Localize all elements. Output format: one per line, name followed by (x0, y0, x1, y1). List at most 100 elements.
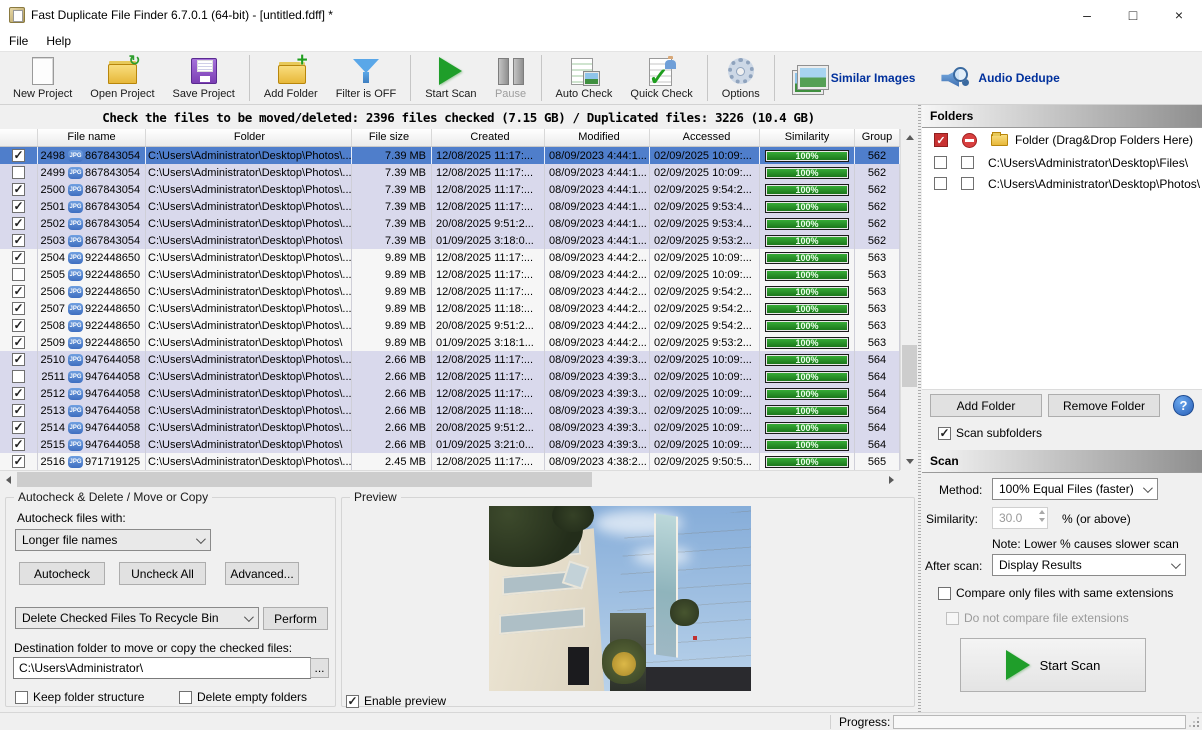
remove-folder-button[interactable]: Remove Folder (1048, 394, 1160, 417)
row-checkbox[interactable] (12, 336, 25, 349)
row-checkbox[interactable] (12, 183, 25, 196)
minimize-button[interactable]: – (1064, 0, 1110, 30)
row-checkbox[interactable] (12, 455, 25, 468)
include-folder-checkbox[interactable] (934, 177, 947, 190)
column-header-folder[interactable]: Folder (146, 129, 352, 146)
scroll-up-button[interactable] (901, 129, 918, 146)
autocheck-with-dropdown[interactable]: Longer file names (15, 529, 211, 551)
column-header-modified[interactable]: Modified (545, 129, 650, 146)
column-header-group[interactable]: Group (855, 129, 900, 146)
vertical-scroll-thumb[interactable] (902, 345, 917, 387)
scroll-right-button[interactable] (883, 471, 900, 488)
keep-folder-structure-checkbox[interactable] (15, 691, 28, 704)
action-dropdown[interactable]: Delete Checked Files To Recycle Bin (15, 607, 259, 629)
column-header-similarity[interactable]: Similarity (760, 129, 855, 146)
auto-check-button[interactable]: Auto Check (547, 53, 622, 103)
table-row[interactable]: 2498JPG867843054C:\Users\Administrator\D… (0, 147, 900, 164)
row-checkbox[interactable] (12, 319, 25, 332)
save-project-button[interactable]: Save Project (164, 53, 244, 103)
column-header-checkbox[interactable] (0, 129, 38, 146)
table-row[interactable]: 2503JPG867843054C:\Users\Administrator\D… (0, 232, 900, 249)
row-checkbox[interactable] (12, 370, 25, 383)
exclude-folder-checkbox[interactable] (961, 156, 974, 169)
enable-preview-checkbox[interactable] (346, 695, 359, 708)
table-row[interactable]: 2514JPG947644058C:\Users\Administrator\D… (0, 419, 900, 436)
browse-button[interactable]: ... (310, 658, 329, 678)
scan-subfolders-checkbox[interactable] (938, 427, 951, 440)
destination-input[interactable] (13, 657, 311, 679)
compare-same-ext-checkbox[interactable] (938, 587, 951, 600)
table-row[interactable]: 2501JPG867843054C:\Users\Administrator\D… (0, 198, 900, 215)
check-all-folders-checkbox[interactable] (934, 133, 948, 147)
start-scan-button[interactable]: Start Scan (416, 53, 485, 103)
column-header-file-size[interactable]: File size (352, 129, 432, 146)
row-checkbox[interactable] (12, 251, 25, 264)
row-checkbox[interactable] (12, 421, 25, 434)
table-row[interactable]: 2509JPG922448650C:\Users\Administrator\D… (0, 334, 900, 351)
table-row[interactable]: 2507JPG922448650C:\Users\Administrator\D… (0, 300, 900, 317)
row-checkbox[interactable] (12, 234, 25, 247)
delete-empty-folders-checkbox[interactable] (179, 691, 192, 704)
row-checkbox[interactable] (12, 285, 25, 298)
row-checkbox[interactable] (12, 217, 25, 230)
maximize-button[interactable]: □ (1110, 0, 1156, 30)
start-scan-main-button[interactable]: Start Scan (960, 638, 1146, 692)
resize-grip-icon[interactable] (1189, 717, 1199, 727)
similarity-spinner[interactable]: 30.0 (992, 507, 1048, 529)
table-row[interactable]: 2516JPG971719125C:\Users\Administrator\D… (0, 453, 900, 470)
row-checkbox[interactable] (12, 387, 25, 400)
method-dropdown[interactable]: 100% Equal Files (faster) (992, 478, 1158, 500)
perform-button[interactable]: Perform (263, 607, 328, 630)
quick-check-button[interactable]: Quick Check (621, 53, 701, 103)
audio-dedupe-button[interactable]: Audio Dedupe (927, 53, 1071, 103)
row-checkbox[interactable] (12, 302, 25, 315)
filter-is-off-button[interactable]: Filter is OFF (327, 53, 406, 103)
help-button[interactable]: ? (1173, 395, 1194, 416)
row-checkbox[interactable] (12, 353, 25, 366)
include-folder-checkbox[interactable] (934, 156, 947, 169)
close-button[interactable]: × (1156, 0, 1202, 30)
table-row[interactable]: 2505JPG922448650C:\Users\Administrator\D… (0, 266, 900, 283)
table-row[interactable]: 2504JPG922448650C:\Users\Administrator\D… (0, 249, 900, 266)
scroll-left-button[interactable] (0, 471, 17, 488)
table-row[interactable]: 2512JPG947644058C:\Users\Administrator\D… (0, 385, 900, 402)
after-scan-dropdown[interactable]: Display Results (992, 554, 1186, 576)
new-project-button[interactable]: New Project (4, 53, 81, 103)
spinner-arrows-icon[interactable] (1039, 510, 1045, 522)
table-row[interactable]: 2515JPG947644058C:\Users\Administrator\D… (0, 436, 900, 453)
table-row[interactable]: 2502JPG867843054C:\Users\Administrator\D… (0, 215, 900, 232)
table-row[interactable]: 2499JPG867843054C:\Users\Administrator\D… (0, 164, 900, 181)
menu-file[interactable]: File (0, 31, 37, 51)
options-button[interactable]: Options (713, 53, 769, 103)
row-checkbox[interactable] (12, 438, 25, 451)
row-checkbox[interactable] (12, 200, 25, 213)
table-row[interactable]: 2510JPG947644058C:\Users\Administrator\D… (0, 351, 900, 368)
table-row[interactable]: 2508JPG922448650C:\Users\Administrator\D… (0, 317, 900, 334)
table-row[interactable]: 2500JPG867843054C:\Users\Administrator\D… (0, 181, 900, 198)
add-folder-button[interactable]: Add Folder (930, 394, 1042, 417)
row-checkbox[interactable] (12, 404, 25, 417)
advanced-button[interactable]: Advanced... (225, 562, 299, 585)
column-header-created[interactable]: Created (432, 129, 545, 146)
horizontal-scroll-thumb[interactable] (17, 472, 592, 487)
uncheck-all-button[interactable]: Uncheck All (119, 562, 206, 585)
scroll-down-button[interactable] (901, 453, 918, 470)
table-row[interactable]: 2506JPG922448650C:\Users\Administrator\D… (0, 283, 900, 300)
menu-help[interactable]: Help (37, 31, 80, 51)
row-checkbox[interactable] (12, 268, 25, 281)
table-row[interactable]: 2513JPG947644058C:\Users\Administrator\D… (0, 402, 900, 419)
horizontal-scrollbar[interactable] (0, 470, 900, 487)
folder-list-item[interactable]: C:\Users\Administrator\Desktop\Photos\ (922, 173, 1202, 194)
exclude-folder-checkbox[interactable] (961, 177, 974, 190)
table-row[interactable]: 2511JPG947644058C:\Users\Administrator\D… (0, 368, 900, 385)
similar-images-button[interactable]: Similar Images (780, 53, 928, 103)
folder-list-item[interactable]: C:\Users\Administrator\Desktop\Files\ (922, 152, 1202, 173)
vertical-scrollbar[interactable] (900, 129, 917, 470)
add-folder-button[interactable]: Add Folder (255, 53, 327, 103)
open-project-button[interactable]: Open Project (81, 53, 163, 103)
row-checkbox[interactable] (12, 149, 25, 162)
row-checkbox[interactable] (12, 166, 25, 179)
autocheck-button[interactable]: Autocheck (19, 562, 105, 585)
column-header-file-name[interactable]: File name (38, 129, 146, 146)
column-header-accessed[interactable]: Accessed (650, 129, 760, 146)
